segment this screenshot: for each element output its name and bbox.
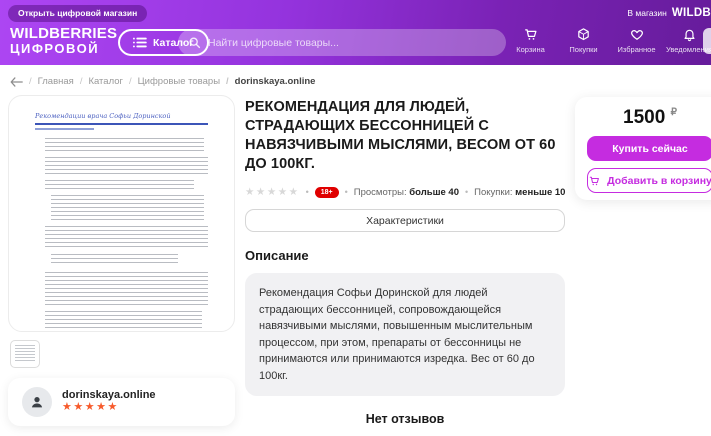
purchase-card: 1500 ₽ Купить сейчас Добавить в корзину: [575, 97, 711, 200]
document-title: Рекомендации врача Софьи Доринской: [35, 112, 208, 120]
wildberries-digital-logo[interactable]: WILDBERRIES ЦИФРОВОЙ: [10, 26, 117, 55]
document-text-lines: [45, 157, 208, 175]
nav-purchases-label: Покупки: [569, 45, 597, 54]
breadcrumb-current: dorinskaya.online: [226, 76, 315, 87]
price-value: 1500: [623, 107, 665, 128]
views-label: Просмотры:: [354, 187, 407, 198]
to-store-link[interactable]: В магазин WILDBE: [627, 7, 711, 19]
seller-rating-stars: ★★★★★: [62, 401, 156, 414]
nav-cart-label: Корзина: [516, 45, 545, 54]
document-text-lines: [45, 138, 204, 152]
views-stat: Просмотры: больше 40: [354, 187, 459, 198]
image-thumbnail[interactable]: [10, 340, 40, 368]
back-arrow-icon[interactable]: [10, 77, 23, 87]
nav-purchases[interactable]: Покупки: [559, 27, 608, 54]
meta-separator: [306, 187, 309, 198]
purchases-label: Покупки:: [474, 187, 512, 198]
seller-name: dorinskaya.online: [62, 389, 156, 401]
seller-avatar: [22, 387, 52, 417]
bell-icon: [682, 27, 697, 42]
meta-separator: [345, 187, 348, 198]
document-text-lines: [45, 311, 202, 329]
list-icon: [133, 37, 147, 48]
add-to-cart-label: Добавить в корзину: [607, 175, 711, 187]
to-store-label: В магазин: [627, 8, 667, 18]
logo-line1: WILDBERRIES: [10, 26, 117, 42]
wildberries-logo-fragment: WILDBE: [672, 7, 711, 19]
purchases-value: меньше 10: [515, 187, 565, 198]
person-icon: [28, 393, 46, 411]
document-text-lines: [45, 180, 194, 190]
description-heading: Описание: [245, 248, 565, 263]
thumbnail-text-lines: [15, 345, 35, 363]
page: Открыть цифровой магазин В магазин WILDB…: [0, 0, 711, 436]
nav-favorites[interactable]: Избранное: [612, 27, 661, 54]
buy-now-button[interactable]: Купить сейчас: [587, 136, 711, 161]
package-icon: [576, 27, 591, 42]
views-value: больше 40: [409, 187, 459, 198]
product-meta-row: ★★★★★ 18+ Просмотры: больше 40 Покупки: …: [245, 186, 565, 198]
logo-line2: ЦИФРОВОЙ: [10, 42, 117, 56]
cart-outline-icon: [588, 175, 601, 187]
document-text-lines: [51, 254, 178, 266]
nav-favorites-label: Избранное: [617, 45, 655, 54]
add-to-cart-button[interactable]: Добавить в корзину: [587, 168, 711, 193]
breadcrumb-catalog[interactable]: Каталог: [80, 76, 123, 87]
seller-info: dorinskaya.online ★★★★★: [62, 389, 156, 414]
search-icon: [188, 36, 201, 49]
nav-cart[interactable]: Корзина: [506, 27, 555, 54]
breadcrumb-digital-goods[interactable]: Цифровые товары: [129, 76, 220, 87]
breadcrumb: Главная Каталог Цифровые товары dorinska…: [10, 76, 315, 87]
age-restriction-badge: 18+: [315, 187, 339, 198]
purchases-stat: Покупки: меньше 10: [474, 187, 565, 198]
breadcrumb-home[interactable]: Главная: [29, 76, 74, 87]
document-text-lines: [51, 195, 204, 221]
product-image-preview[interactable]: Рекомендации врача Софьи Доринской: [8, 95, 235, 332]
description-text: Рекомендация Софьи Доринской для людей с…: [245, 273, 565, 396]
product-main: РЕКОМЕНДАЦИЯ ДЛЯ ЛЮДЕЙ, СТРАДАЮЩИХ БЕССО…: [245, 98, 565, 426]
header-nav: Корзина Покупки Избранное: [506, 27, 711, 54]
product-title: РЕКОМЕНДАЦИЯ ДЛЯ ЛЮДЕЙ, СТРАДАЮЩИХ БЕССО…: [245, 98, 565, 173]
characteristics-button[interactable]: Характеристики: [245, 209, 565, 232]
profile-button-partial[interactable]: [703, 28, 711, 54]
seller-card[interactable]: dorinskaya.online ★★★★★: [8, 378, 235, 426]
heart-icon: [629, 27, 645, 42]
no-reviews-text: Нет отзывов: [245, 412, 565, 426]
price-currency: ₽: [671, 107, 677, 118]
search-bar: [178, 29, 506, 56]
document-text-lines: [45, 272, 208, 306]
header: Открыть цифровой магазин В магазин WILDB…: [0, 0, 711, 65]
document-subtitle-line: [35, 128, 94, 130]
price: 1500 ₽: [587, 107, 711, 129]
search-input[interactable]: [208, 37, 496, 49]
document-text-lines: [45, 226, 208, 248]
document-title-rule: [35, 123, 208, 125]
product-rating-stars: ★★★★★: [245, 186, 300, 198]
meta-separator: [465, 187, 468, 198]
open-digital-shop-button[interactable]: Открыть цифровой магазин: [8, 5, 147, 22]
cart-icon: [523, 27, 539, 42]
